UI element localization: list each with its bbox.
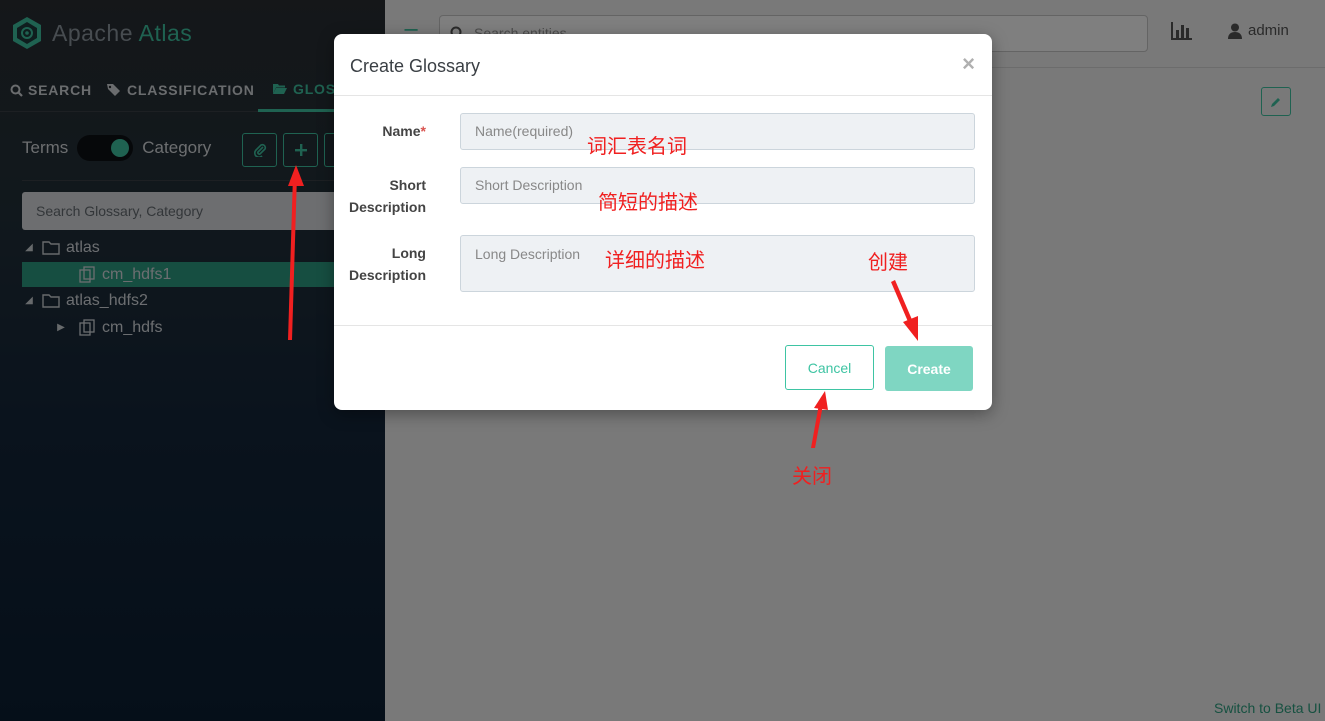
arrow-to-create-button [891,280,918,341]
arrow-to-cancel-button [811,391,828,448]
annotation-arrows [288,165,918,448]
arrow-to-plus-button [288,165,304,340]
